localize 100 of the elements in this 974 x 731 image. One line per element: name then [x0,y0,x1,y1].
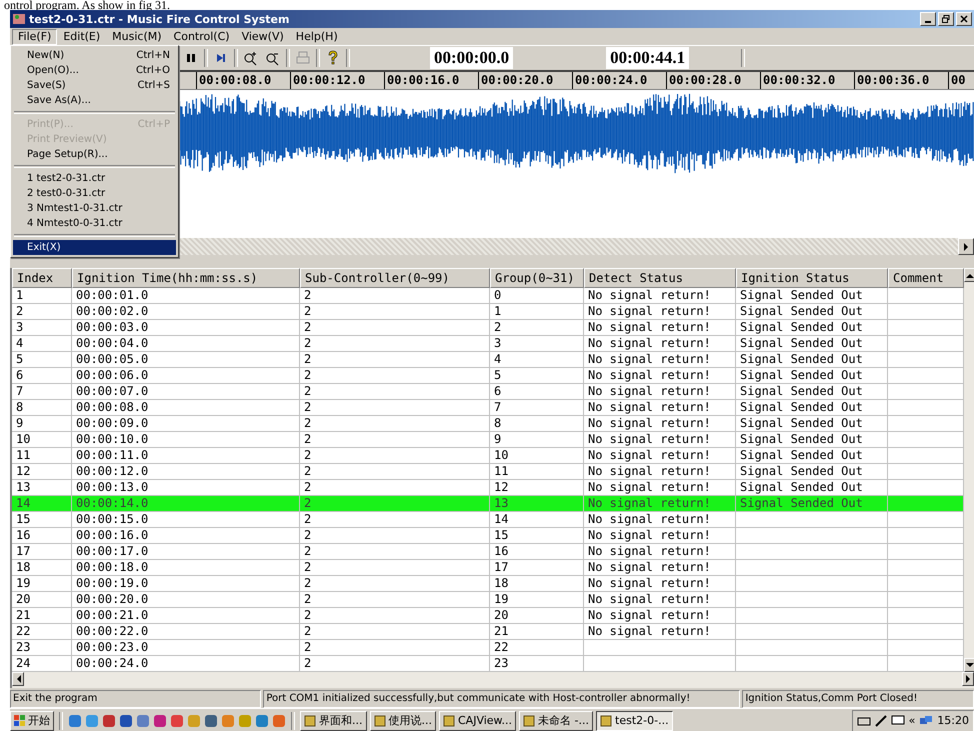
table-cell: 22 [490,640,584,656]
minimize-button[interactable] [920,12,936,26]
table-cell: No signal return! [584,624,736,640]
menu-item[interactable]: Music(M) [106,28,168,44]
menu-item[interactable]: 3 Nmtest1-0-31.ctr [13,201,176,216]
table-cell: 2 [300,544,490,560]
table-cell: 00:00:03.0 [72,320,300,336]
menu-item[interactable]: Control(C) [168,28,236,44]
scroll-right-button[interactable] [958,238,974,255]
restore-button[interactable] [938,12,954,26]
column-header[interactable]: Comment [888,268,964,288]
table-cell: 2 [300,496,490,512]
start-button[interactable]: 开始 [10,710,54,730]
table-cell: 2 [300,400,490,416]
table-cell: 00:00:17.0 [72,544,300,560]
table-cell: No signal return! [584,336,736,352]
table-cell: 4 [12,336,72,352]
table-cell: 00:00:10.0 [72,432,300,448]
menu-item[interactable]: Help(H) [290,28,344,44]
table-cell: 0 [490,288,584,304]
menu-item[interactable]: Edit(E) [57,28,106,44]
menu-item[interactable]: View(V) [236,28,290,44]
table-cell: 21 [12,608,72,624]
quick-launch-icon [119,714,133,728]
menu-item[interactable]: Page Setup(R)... [13,147,176,162]
close-icon [960,15,968,23]
vertical-scrollbar[interactable] [964,268,974,672]
table-cell: 6 [490,384,584,400]
table-cell: 00:00:21.0 [72,608,300,624]
scroll-down-button[interactable] [964,658,974,672]
menu-item[interactable]: Open(O)... Ctrl+O [13,63,176,78]
table-cell: No signal return! [584,464,736,480]
taskbar-button[interactable]: test2-0-... [596,710,673,730]
column-header[interactable]: Sub-Controller(0~99) [300,268,490,288]
table-cell: 00:00:11.0 [72,448,300,464]
tray-expand-button[interactable]: « [908,714,916,727]
table-cell: 9 [12,416,72,432]
menu-item[interactable]: New(N) Ctrl+N [13,48,176,63]
clock: 15:20 [937,714,969,727]
taskbar-button[interactable]: CAJView... [439,710,516,730]
table-cell: 2 [300,416,490,432]
left-arrow-icon [16,675,20,683]
skip-forward-icon [216,53,226,63]
quick-launch-icon [204,714,218,728]
column-header[interactable]: Detect Status [584,268,736,288]
table-cell: Signal Sended Out [736,304,888,320]
table-cell: 00:00:09.0 [72,416,300,432]
quick-launch-icon [102,714,116,728]
quick-launch-icon [187,714,201,728]
app-icon [374,714,386,726]
right-arrow-icon [966,675,970,683]
table-cell: 2 [300,352,490,368]
restore-icon [942,15,950,23]
menu-item[interactable]: Exit(X) [13,240,176,255]
table-cell: 20 [12,592,72,608]
taskbar-button[interactable]: 界面和... [300,710,366,730]
windows-logo-icon [14,714,26,726]
table-cell: Signal Sended Out [736,288,888,304]
table-cell: No signal return! [584,496,736,512]
taskbar-button[interactable]: 未命名 -... [519,710,594,730]
table-cell: 2 [300,336,490,352]
table-cell: 5 [12,352,72,368]
menu-item[interactable]: File(F) [12,28,58,44]
table-cell: 16 [490,544,584,560]
app-icon [443,714,455,726]
menu-item[interactable]: 4 Nmtest0-0-31.ctr [13,216,176,231]
column-header[interactable]: Ignition Time(hh:mm:ss.s) [72,268,300,288]
table-cell: No signal return! [584,608,736,624]
column-header[interactable]: Index [12,268,72,288]
menu-item[interactable]: Save As(A)... [13,93,176,108]
table-cell: 2 [490,320,584,336]
column-header[interactable]: Group(0~31) [490,268,584,288]
table-cell: 15 [12,512,72,528]
ruler-label: 00:00:12.0 [290,72,384,89]
ruler-label: 00:00:36.0 [854,72,948,89]
close-button[interactable] [956,12,972,26]
horizontal-scrollbar[interactable] [10,672,974,688]
taskbar-button[interactable]: 使用说... [370,710,436,730]
total-time-display: 00:00:44.1 [606,47,690,69]
column-header[interactable]: Ignition Status [736,268,888,288]
table-cell: Signal Sended Out [736,336,888,352]
table-cell: 10 [12,432,72,448]
ruler-label: 00:00:32.0 [760,72,854,89]
table-cell: 18 [490,576,584,592]
scroll-right-button[interactable] [962,672,974,686]
table-cell: 00:00:14.0 [72,496,300,512]
table-cell: 00:00:01.0 [72,288,300,304]
scroll-left-button[interactable] [12,672,24,686]
menu-item[interactable]: 1 test2-0-31.ctr [13,171,176,186]
table-cell: 7 [12,384,72,400]
ruler-label: 00:00:28.0 [666,72,760,89]
app-icon [523,714,536,726]
menu-item[interactable]: Save(S) Ctrl+S [13,78,176,93]
quick-launch-icon [170,714,184,728]
scroll-up-button[interactable] [964,268,974,282]
menu-item[interactable]: 2 test0-0-31.ctr [13,186,176,201]
table-cell: 22 [12,624,72,640]
quick-launch-icon [85,714,99,728]
table-cell: 13 [12,480,72,496]
app-icon [12,12,26,26]
